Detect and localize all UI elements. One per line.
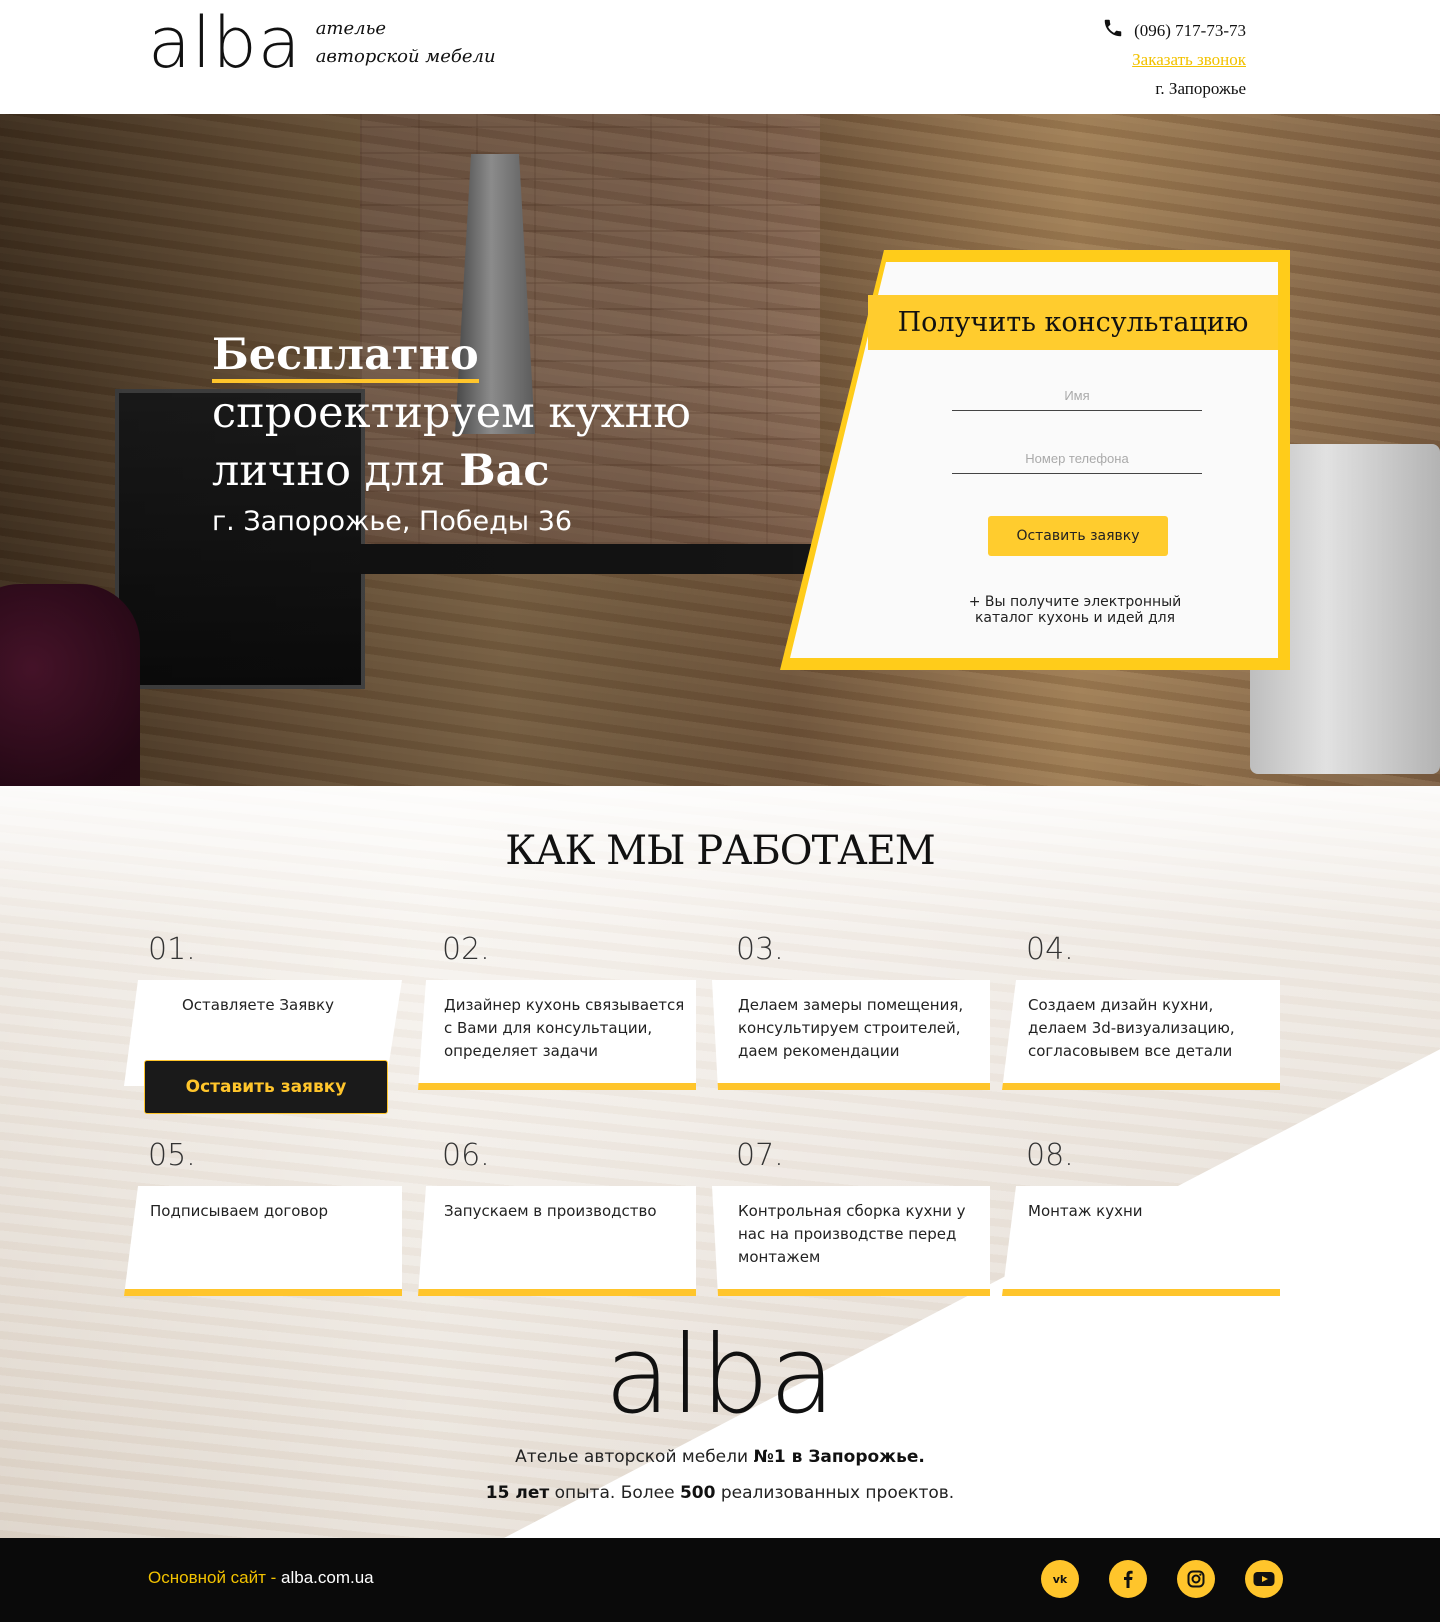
footer-site-link: Основной сайт - alba.com.ua <box>148 1568 374 1588</box>
brand-line2-suffix: реализованных проектов. <box>715 1483 955 1503</box>
brand-line-2: 15 лет опыта. Более 500 реализованных пр… <box>0 1483 1440 1503</box>
brand-line1-bold: №1 в Запорожье. <box>753 1447 925 1467</box>
hero-line3-bold: Вас <box>459 446 550 496</box>
header-contacts: (096) 717-73-73 Заказать звонок г. Запор… <box>1102 16 1246 103</box>
hero-line-1: Бесплатно <box>212 326 691 384</box>
tagline-line1: ателье <box>315 18 387 39</box>
step-text: Контрольная сборка кухни у нас на произв… <box>738 1202 966 1266</box>
site-header: alba ателье авторской мебели (096) 717-7… <box>0 0 1440 114</box>
step-text: Делаем замеры помещения, консультируем с… <box>738 996 964 1060</box>
step-number: 05. <box>148 1138 196 1173</box>
step-text: Дизайнер кухонь связывается с Вами для к… <box>444 996 685 1060</box>
svg-text:vk: vk <box>1053 1573 1068 1586</box>
step-card: Контрольная сборка кухни у нас на произв… <box>712 1186 990 1296</box>
step-text: Запускаем в производство <box>444 1202 657 1220</box>
step-card: Запускаем в производство <box>418 1186 696 1296</box>
step-number: 08. <box>1026 1138 1074 1173</box>
hero-address: г. Запорожье, Победы 36 <box>212 506 573 537</box>
step-number: 03. <box>736 932 784 967</box>
step-number: 02. <box>442 932 490 967</box>
step-card: Монтаж кухни <box>1002 1186 1280 1296</box>
step-number: 07. <box>736 1138 784 1173</box>
step-number: 04. <box>1026 932 1074 967</box>
form-note: + Вы получите электронный каталог кухонь… <box>940 594 1210 626</box>
footer-label: Основной сайт - <box>148 1568 282 1587</box>
step-number: 01. <box>148 932 196 967</box>
footer-url[interactable]: alba.com.ua <box>281 1568 374 1587</box>
form-note-line1: + Вы получите электронный <box>968 594 1182 610</box>
logo-wordmark: alba <box>148 2 302 84</box>
step-cta-button[interactable]: Оставить заявку <box>144 1060 388 1114</box>
facebook-icon[interactable] <box>1109 1560 1147 1598</box>
brand-projects: 500 <box>679 1483 716 1503</box>
brand-line-1: Ателье авторской мебели №1 в Запорожье. <box>0 1447 1440 1467</box>
step-card: Дизайнер кухонь связывается с Вами для к… <box>418 980 696 1090</box>
phone-input[interactable] <box>952 444 1202 474</box>
phone-number[interactable]: (096) 717-73-73 <box>1134 21 1246 40</box>
hero-line-3: лично для Вас <box>212 442 691 500</box>
brand-logo: alba <box>604 1313 836 1438</box>
step-card: Делаем замеры помещения, консультируем с… <box>712 980 990 1090</box>
form-note-line2: каталог кухонь и идей для <box>974 610 1176 626</box>
how-title: КАК МЫ РАБОТАЕМ <box>505 828 935 874</box>
form-submit-button[interactable]: Оставить заявку <box>988 516 1168 556</box>
step-text: Подписываем договор <box>150 1202 328 1220</box>
callback-row: Заказать звонок <box>1102 45 1246 74</box>
vk-icon[interactable]: vk <box>1041 1560 1079 1598</box>
step-text: Монтаж кухни <box>1028 1202 1143 1220</box>
header-city: г. Запорожье <box>1155 79 1246 98</box>
name-input[interactable] <box>952 381 1202 411</box>
instagram-icon[interactable] <box>1177 1560 1215 1598</box>
step-number: 06. <box>442 1138 490 1173</box>
header-logo[interactable]: alba ателье авторской мебели <box>148 8 496 78</box>
hero-line3-prefix: лично для <box>212 446 460 496</box>
hero-headline: Бесплатно спроектируем кухню лично для В… <box>212 326 691 537</box>
hero-line-2: спроектируем кухню <box>212 388 691 438</box>
form-title: Получить консультацию <box>897 307 1249 338</box>
tagline-line2: авторской мебели <box>315 46 496 67</box>
step-text: Оставляете Заявку <box>181 996 334 1014</box>
brand-line2-mid: опыта. Более <box>549 1483 680 1503</box>
hero-free-word: Бесплатно <box>212 331 479 383</box>
step-text: Создаем дизайн кухни, делаем 3d-визуализ… <box>1028 996 1235 1060</box>
brand-years: 15 лет <box>485 1483 550 1503</box>
callback-link[interactable]: Заказать звонок <box>1132 50 1246 69</box>
site-footer: Основной сайт - alba.com.ua vk <box>0 1538 1440 1622</box>
step-card: Создаем дизайн кухни, делаем 3d-визуализ… <box>1002 980 1280 1090</box>
brand-line1-prefix: Ателье авторской мебели <box>515 1447 754 1467</box>
phone-row: (096) 717-73-73 <box>1102 16 1246 45</box>
youtube-icon[interactable] <box>1245 1560 1283 1598</box>
logo-tagline: ателье авторской мебели <box>316 15 496 71</box>
phone-icon <box>1102 17 1124 48</box>
step-card: Подписываем договор <box>124 1186 402 1296</box>
